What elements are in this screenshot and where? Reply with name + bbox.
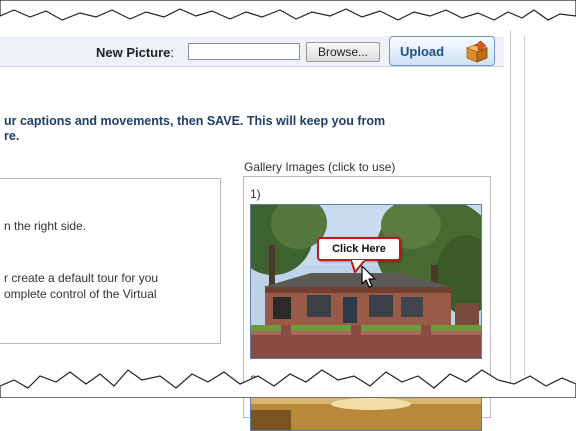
file-path-input[interactable] (188, 43, 300, 60)
upload-toolbar: New Picture: Browse... Upload (0, 36, 504, 67)
torn-edge-top (0, 0, 576, 21)
instruction-line-1: ur captions and movements, then SAVE. Th… (4, 114, 386, 128)
page-divider (524, 36, 525, 376)
gallery-item-number: 2) (250, 373, 261, 387)
instruction-text: ur captions and movements, then SAVE. Th… (4, 114, 504, 144)
tour-help-box: n the right side. r create a default tou… (0, 178, 221, 344)
gallery-thumbnail-house[interactable]: Click Here (250, 204, 482, 359)
upload-button-label: Upload (400, 44, 445, 59)
help-line-1: n the right side. (4, 219, 87, 233)
click-here-callout: Click Here (317, 237, 401, 261)
interior-photo (251, 390, 481, 430)
upload-button[interactable]: Upload (389, 36, 495, 66)
gallery-item-number: 1) (250, 187, 261, 201)
gallery-thumbnail-interior[interactable] (250, 389, 482, 431)
browse-button[interactable]: Browse... (306, 42, 380, 62)
new-picture-label: New Picture: (96, 45, 175, 60)
gallery-images: 1) Click Here 2) (243, 176, 491, 431)
help-line-3: omplete control of the Virtual (4, 287, 157, 301)
instruction-line-2: re. (4, 129, 20, 143)
upload-box-icon (465, 40, 489, 63)
gallery-title: Gallery Images (click to use) (244, 160, 396, 174)
editor-panel: New Picture: Browse... Upload ur caption… (0, 30, 511, 431)
help-line-2: r create a default tour for you (4, 271, 159, 285)
mouse-cursor-icon (361, 265, 376, 288)
